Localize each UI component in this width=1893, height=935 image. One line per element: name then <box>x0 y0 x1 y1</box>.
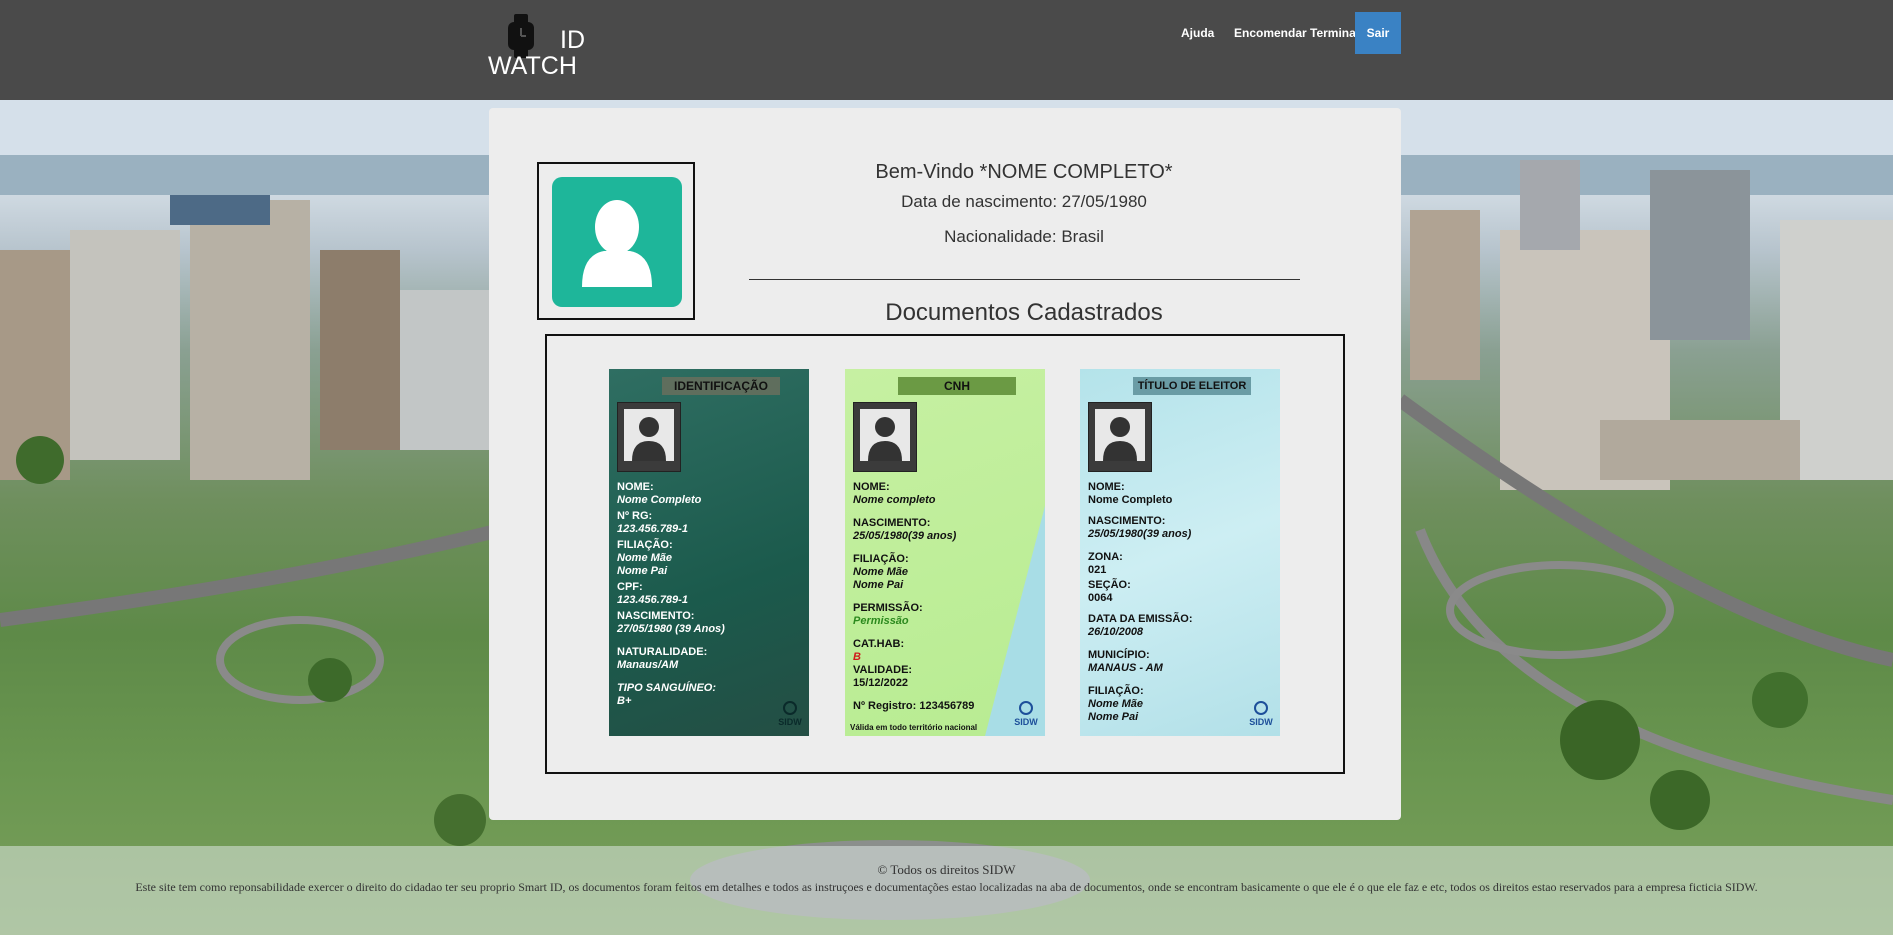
field-value: 15/12/2022 <box>853 677 909 689</box>
user-icon <box>582 200 652 287</box>
field-label: NASCIMENTO: <box>853 517 931 529</box>
user-silhouette-icon <box>853 402 917 472</box>
document-card-voter-title[interactable]: TÍTULO DE ELEITOR NOME: Nome Completo NA… <box>1080 369 1280 736</box>
field-value: Nome Completo <box>1088 494 1173 506</box>
field-label: CAT.HAB: <box>853 638 905 650</box>
page-footer: © Todos os direitos SIDW Este site tem c… <box>0 846 1893 935</box>
sidw-badge: SIDW <box>1012 701 1040 731</box>
brand-logo[interactable]: ID WATCH <box>488 14 598 84</box>
field-label: NOME: <box>1088 481 1125 493</box>
field-label: Nº RG: <box>617 510 653 522</box>
user-silhouette-icon <box>1088 402 1152 472</box>
globe-icon <box>1019 701 1033 715</box>
sidw-badge: SIDW <box>776 701 804 731</box>
field-value: 0064 <box>1088 592 1113 604</box>
field-value: Nome completo <box>853 494 936 506</box>
badge-label: SIDW <box>1249 717 1273 727</box>
field-label: NOME: <box>617 481 654 493</box>
field-value: 021 <box>1088 564 1107 576</box>
field-label: FILIAÇÃO: <box>1088 685 1144 697</box>
validity-note: Válida em todo território nacional <box>850 723 978 732</box>
field-value: MANAUS - AM <box>1088 662 1163 674</box>
field-label: SEÇÃO: <box>1088 579 1131 591</box>
avatar <box>552 177 682 307</box>
field-label: MUNICÍPIO: <box>1088 649 1150 661</box>
field-label: CPF: <box>617 581 643 593</box>
section-divider <box>749 279 1300 280</box>
exit-button[interactable]: Sair <box>1355 12 1401 54</box>
field-label: PERMISSÃO: <box>853 602 923 614</box>
nationality-text: Nacionalidade: Brasil <box>944 227 1104 246</box>
document-title: CNH <box>898 377 1016 395</box>
field-label: TIPO SANGUÍNEO: <box>617 682 717 694</box>
field-value: Nome Mãe <box>1088 698 1144 710</box>
field-value: 26/10/2008 <box>1088 626 1144 638</box>
field-value: 123.456.789-1 <box>617 523 688 535</box>
avatar-frame <box>537 162 695 320</box>
field-label: NOME: <box>853 481 890 493</box>
field-value: Nome Completo <box>617 494 702 506</box>
sidw-badge: SIDW <box>1247 701 1275 731</box>
badge-label: SIDW <box>778 717 802 727</box>
field-value: Manaus/AM <box>617 659 679 671</box>
field-value: Nome Mãe <box>617 552 673 564</box>
logo-text-id: ID <box>560 26 585 54</box>
field-label: NASCIMENTO: <box>1088 515 1166 527</box>
user-silhouette-icon <box>617 402 681 472</box>
documents-heading: Documentos Cadastrados <box>885 299 1163 326</box>
document-title: IDENTIFICAÇÃO <box>662 377 780 395</box>
field-label: FILIAÇÃO: <box>853 553 909 565</box>
birth-date-text: Data de nascimento: 27/05/1980 <box>901 192 1147 211</box>
welcome-heading: Bem-Vindo *NOME COMPLETO* <box>875 161 1173 183</box>
field-value: 25/05/1980(39 anos) <box>853 530 957 542</box>
field-label: NATURALIDADE: <box>617 646 708 658</box>
copyright-text: © Todos os direitos SIDW <box>877 862 1016 877</box>
field-label: Nº Registro: 123456789 <box>853 700 975 712</box>
top-navbar: ID WATCH Ajuda Encomendar Terminal Sair <box>0 0 1893 100</box>
document-title: TÍTULO DE ELEITOR <box>1133 377 1251 395</box>
field-value: Nome Pai <box>1088 711 1139 723</box>
footer-about-text: Este site tem como reponsabilidade exerc… <box>135 880 1758 894</box>
field-label: DATA DA EMISSÃO: <box>1088 613 1193 625</box>
field-label: FILIAÇÃO: <box>617 539 673 551</box>
field-label: ZONA: <box>1088 551 1123 563</box>
field-label: VALIDADE: <box>853 664 913 676</box>
field-value: B+ <box>617 695 632 707</box>
nav-link-order-terminal[interactable]: Encomendar Terminal <box>1234 26 1359 40</box>
document-card-identification[interactable]: IDENTIFICAÇÃO NOME: Nome Completo Nº RG:… <box>609 369 809 736</box>
globe-icon <box>1254 701 1268 715</box>
field-label: NASCIMENTO: <box>617 610 695 622</box>
field-value: Permissão <box>853 615 909 627</box>
field-value: 123.456.789-1 <box>617 594 688 606</box>
logo-text-watch: WATCH <box>488 52 577 80</box>
badge-label: SIDW <box>1014 717 1038 727</box>
field-value: 27/05/1980 (39 Anos) <box>617 623 725 635</box>
field-value: Nome Pai <box>617 565 668 577</box>
field-value: B <box>853 651 861 663</box>
nav-link-help[interactable]: Ajuda <box>1181 26 1214 40</box>
document-card-cnh[interactable]: CNH NOME: Nome completo NASCIMENTO: 25/0… <box>845 369 1045 736</box>
field-value: Nome Pai <box>853 579 904 591</box>
field-value: Nome Mãe <box>853 566 909 578</box>
field-value: 25/05/1980(39 anos) <box>1088 528 1192 540</box>
globe-icon <box>783 701 797 715</box>
